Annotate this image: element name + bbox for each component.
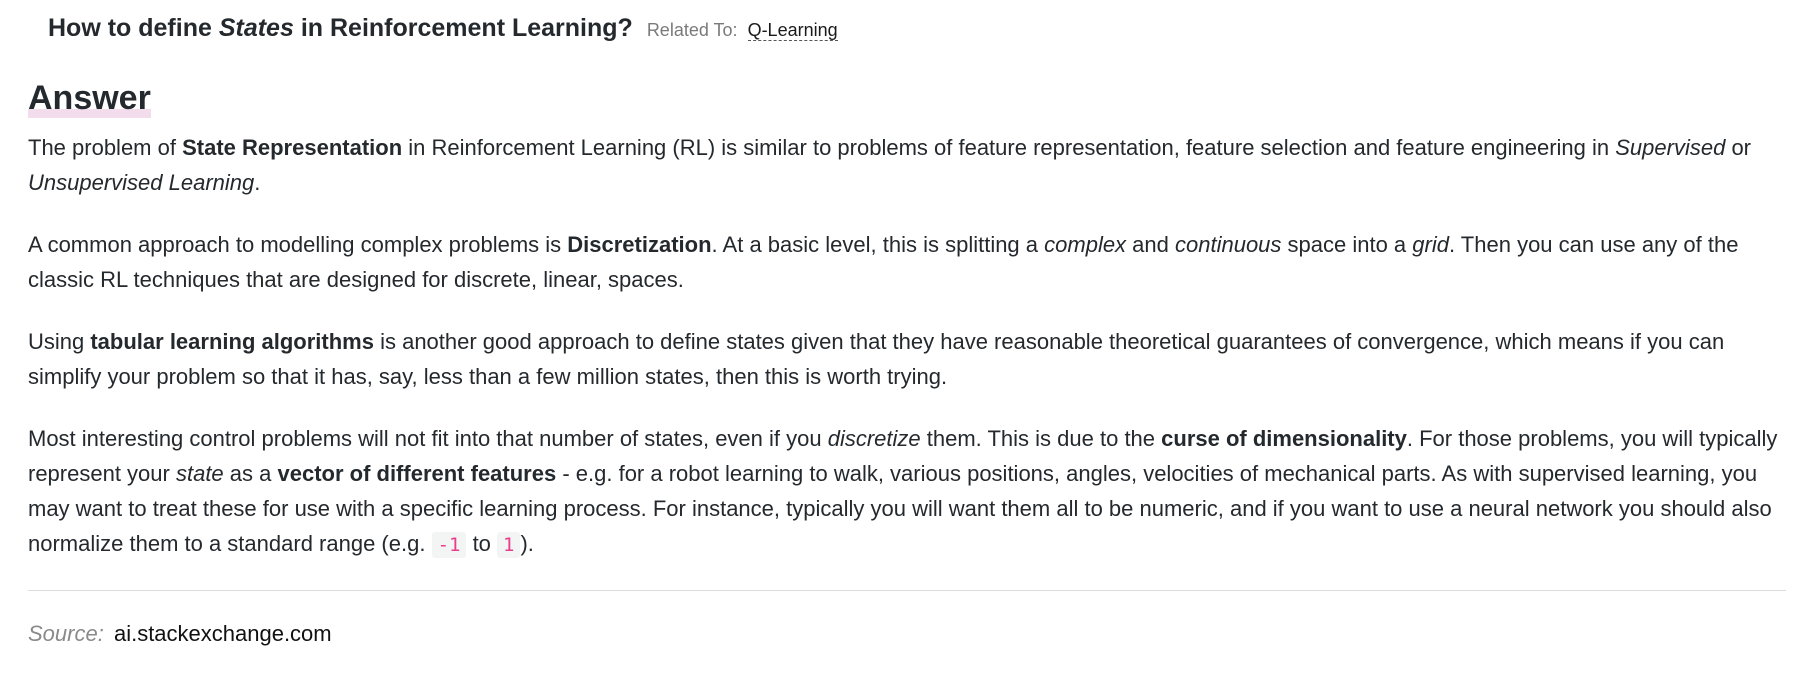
related-label: Related To: [646,20,738,40]
answer-paragraph-1: The problem of State Representation in R… [28,135,1752,195]
related-to: Related To: Q-Learning [647,20,838,41]
related-link[interactable]: Q-Learning [747,20,838,41]
source-line: Source: ai.stackexchange.com [28,621,1786,647]
answer-paragraph-4: Most interesting control problems will n… [28,426,1778,558]
question-title: How to define States in Reinforcement Le… [48,14,633,42]
code-minus-one: -1 [431,532,467,558]
source-label: Source: [28,621,104,646]
divider [28,590,1786,591]
answer-paragraph-2: A common approach to modelling complex p… [28,232,1739,292]
question-header: How to define States in Reinforcement Le… [28,14,1786,50]
answer-paragraph-3: Using tabular learning algorithms is ano… [28,329,1725,389]
answer-heading: Answer [28,78,151,118]
code-one: 1 [497,532,521,558]
page: How to define States in Reinforcement Le… [0,0,1814,647]
source-link[interactable]: ai.stackexchange.com [114,621,332,646]
